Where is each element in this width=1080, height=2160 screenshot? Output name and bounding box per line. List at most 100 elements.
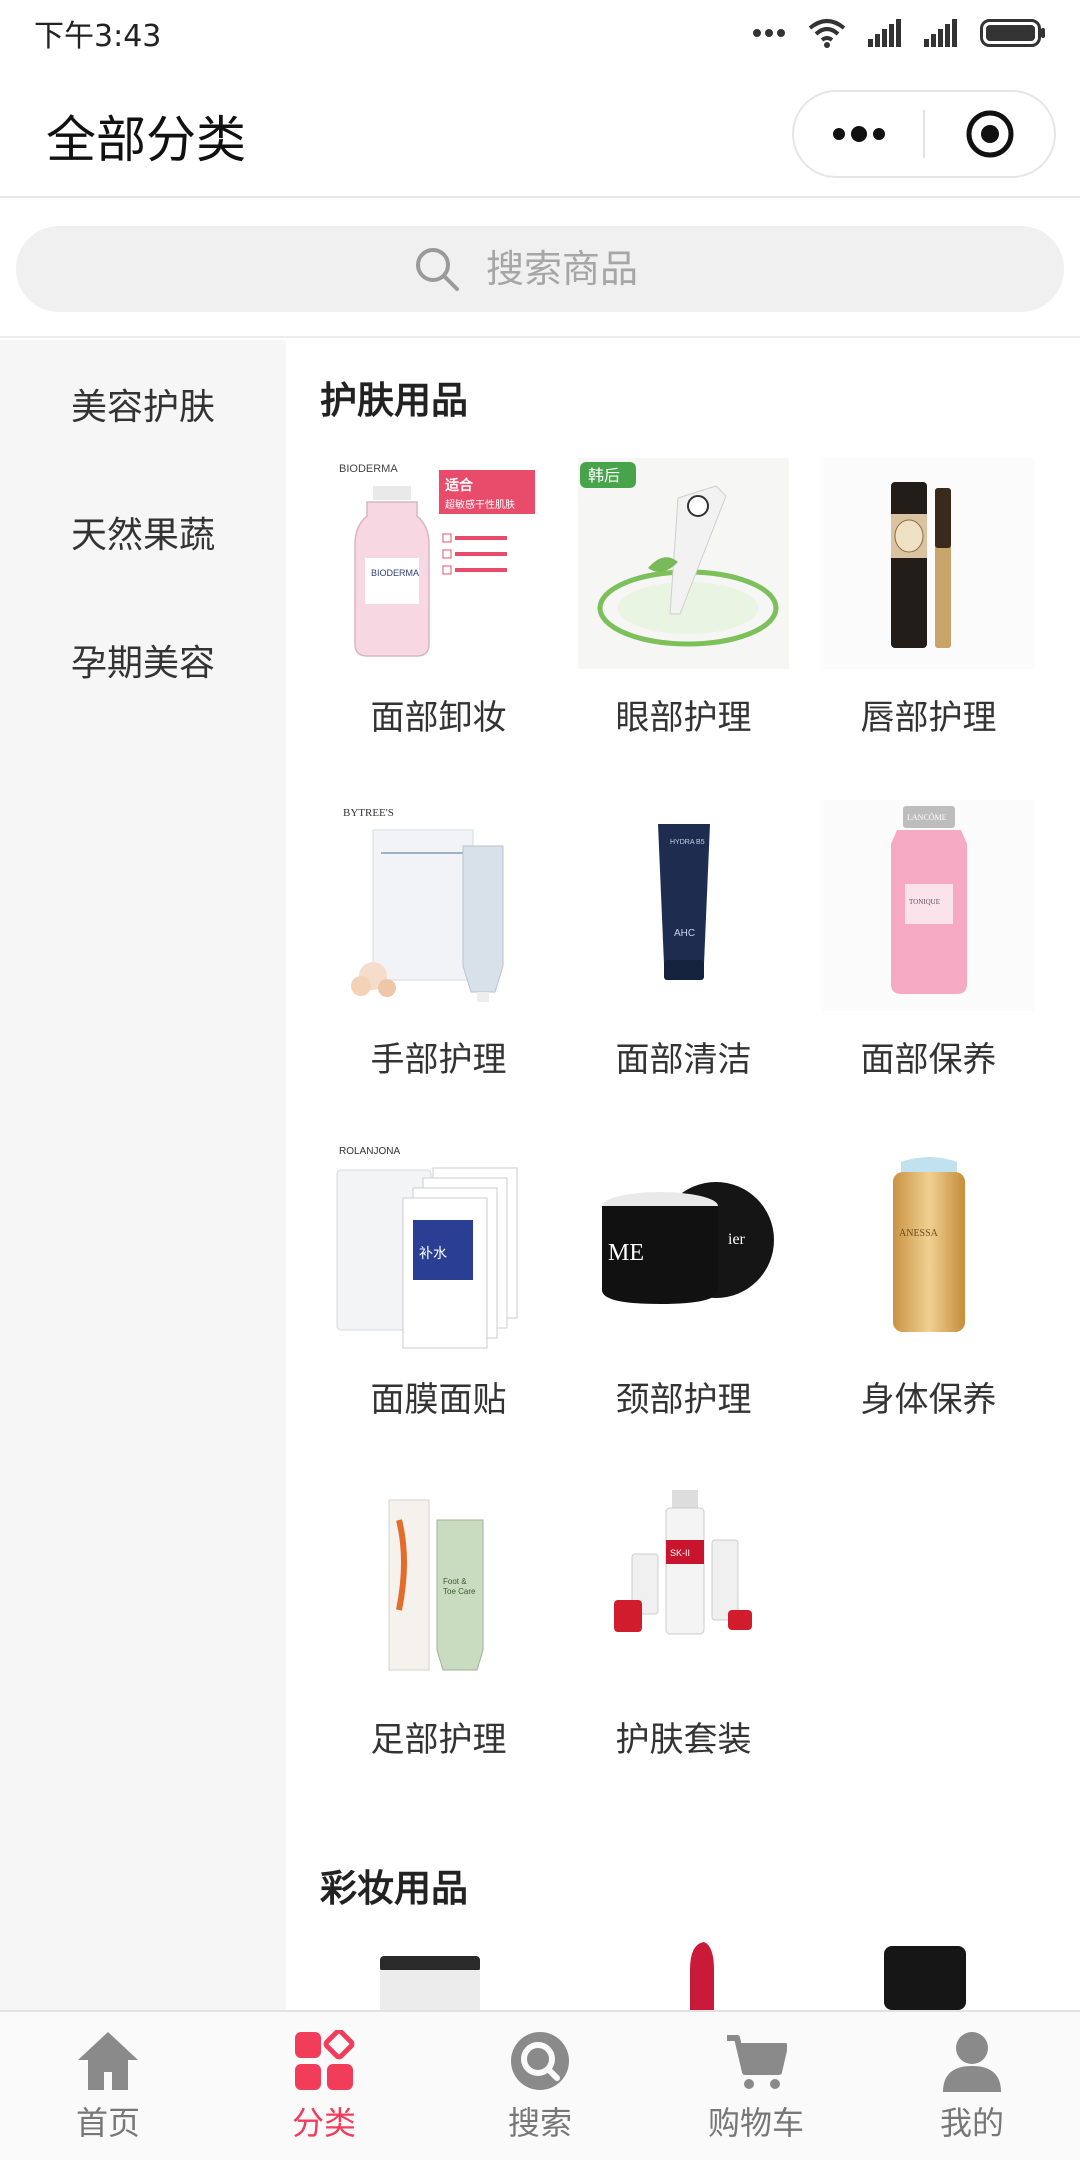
mini-program-capsule bbox=[792, 90, 1056, 178]
title-bar: 全部分类 bbox=[0, 66, 1080, 198]
facial-cleanser-image: HYDRA B5 AHC bbox=[578, 800, 789, 1011]
signal-icon bbox=[868, 19, 901, 47]
svg-text:补水: 补水 bbox=[419, 1246, 447, 1262]
hand-cream-image: BYTREE'S bbox=[333, 800, 544, 1011]
brand-text: ANESSA bbox=[899, 1228, 939, 1239]
cart-icon bbox=[727, 2035, 787, 2089]
svg-text:ME: ME bbox=[608, 1240, 644, 1266]
category-label: 眼部护理 bbox=[615, 698, 752, 738]
page-title: 全部分类 bbox=[46, 111, 246, 169]
eye-cream-image: 韩后 bbox=[578, 458, 789, 669]
search-input[interactable] bbox=[486, 247, 666, 291]
neck-cream-image: ME ier bbox=[578, 1140, 789, 1351]
svg-text:TONIQUE: TONIQUE bbox=[909, 898, 940, 906]
category-item[interactable]: SK-II 护肤套装 bbox=[561, 1480, 806, 1790]
product-thumbnail: ROLANJONA 补水 bbox=[333, 1140, 544, 1351]
home-icon bbox=[78, 2032, 138, 2090]
search-icon bbox=[511, 2032, 569, 2090]
category-label: 护肤套装 bbox=[615, 1720, 752, 1760]
brand-text: LANCÔME bbox=[907, 812, 947, 822]
brand-text: 韩后 bbox=[588, 466, 620, 485]
svg-text:ier: ier bbox=[728, 1231, 746, 1248]
category-sidebar: 美容护肤 天然果蔬 孕期美容 bbox=[0, 340, 286, 2010]
svg-text:超敏感干性肌肤: 超敏感干性肌肤 bbox=[445, 498, 515, 511]
makeup-palette-image bbox=[380, 1956, 480, 2010]
category-item[interactable]: 韩后 眼部护理 bbox=[561, 458, 806, 768]
product-thumbnail: SK-II bbox=[578, 1480, 789, 1691]
category-item[interactable]: BIODERMA BIODERMA 适合 超敏感干性肌肤 面部卸妆 bbox=[316, 458, 561, 768]
category-item[interactable]: LANCÔME TONIQUE 面部保养 bbox=[806, 800, 1051, 1110]
svg-text:HYDRA B5: HYDRA B5 bbox=[670, 839, 705, 846]
section-title: 彩妆用品 bbox=[320, 1867, 468, 1910]
sidebar-item-beauty-skincare[interactable]: 美容护肤 bbox=[0, 340, 286, 468]
section-title: 护肤用品 bbox=[320, 379, 468, 422]
product-thumbnail: BIODERMA BIODERMA 适合 超敏感干性肌肤 bbox=[333, 458, 544, 669]
category-label: 面部清洁 bbox=[615, 1040, 752, 1080]
category-item[interactable]: BYTREE'S 手部护理 bbox=[316, 800, 561, 1110]
tab-cart[interactable]: 购物车 bbox=[648, 2012, 864, 2160]
foot-cream-image: Foot & Toe Care bbox=[333, 1480, 544, 1691]
sunscreen-image: ANESSA bbox=[823, 1140, 1034, 1351]
category-item[interactable]: ANESSA 身体保养 bbox=[806, 1140, 1051, 1450]
status-icons bbox=[752, 18, 1046, 48]
category-item[interactable]: 唇部护理 bbox=[806, 458, 1051, 768]
product-thumbnail bbox=[823, 458, 1034, 669]
brand-text: ROLANJONA bbox=[339, 1146, 400, 1157]
category-item[interactable]: ROLANJONA 补水 面膜面贴 bbox=[316, 1140, 561, 1450]
foundation-image bbox=[884, 1946, 966, 2010]
more-button[interactable] bbox=[794, 92, 923, 176]
brand-text: AHC bbox=[674, 928, 695, 939]
brand-text: BYTREE'S bbox=[343, 807, 394, 819]
search-icon bbox=[416, 248, 459, 291]
category-label: 手部护理 bbox=[370, 1040, 507, 1080]
sidebar-item-natural-produce[interactable]: 天然果蔬 bbox=[0, 468, 286, 596]
svg-text:Foot &: Foot & bbox=[443, 1577, 467, 1586]
tab-bar: 首页 分类 搜索 购物车 我的 bbox=[0, 2010, 1080, 2160]
product-thumbnail: ANESSA bbox=[823, 1140, 1034, 1351]
more-icon bbox=[832, 126, 885, 142]
category-icon bbox=[295, 2030, 355, 2090]
category-label: 面部卸妆 bbox=[370, 698, 507, 738]
toner-image: LANCÔME TONIQUE bbox=[823, 800, 1034, 1011]
lipstick-image bbox=[690, 1942, 714, 2010]
status-bar: 下午3:43 bbox=[0, 0, 1080, 66]
wifi-icon bbox=[808, 19, 846, 48]
category-label: 身体保养 bbox=[860, 1380, 997, 1420]
product-thumbnail: Foot & Toe Care bbox=[333, 1480, 544, 1691]
tab-home[interactable]: 首页 bbox=[0, 2012, 216, 2160]
svg-text:适合: 适合 bbox=[445, 477, 474, 494]
sidebar-item-pregnancy-beauty[interactable]: 孕期美容 bbox=[0, 596, 286, 724]
category-item[interactable]: Foot & Toe Care 足部护理 bbox=[316, 1480, 561, 1790]
search-bar bbox=[0, 200, 1080, 338]
category-label: 颈部护理 bbox=[615, 1380, 752, 1420]
category-item[interactable]: ME ier 颈部护理 bbox=[561, 1140, 806, 1450]
tab-search[interactable]: 搜索 bbox=[432, 2012, 648, 2160]
product-thumbnail: HYDRA B5 AHC bbox=[578, 800, 789, 1011]
product-thumbnail: BYTREE'S bbox=[333, 800, 544, 1011]
tab-label: 分类 bbox=[291, 2104, 356, 2142]
face-mask-image: ROLANJONA 补水 bbox=[333, 1140, 544, 1351]
category-item[interactable]: HYDRA B5 AHC 面部清洁 bbox=[561, 800, 806, 1110]
tab-label: 搜索 bbox=[507, 2104, 572, 2142]
category-label: 足部护理 bbox=[370, 1720, 507, 1760]
product-thumbnail: LANCÔME TONIQUE bbox=[823, 800, 1034, 1011]
user-icon bbox=[943, 2032, 1001, 2092]
signal-icon-2 bbox=[924, 19, 957, 47]
tab-profile[interactable]: 我的 bbox=[864, 2012, 1080, 2160]
more-dots-icon bbox=[753, 29, 785, 37]
tab-label: 购物车 bbox=[707, 2104, 804, 2142]
tab-label: 我的 bbox=[939, 2104, 1004, 2142]
battery-icon bbox=[980, 19, 1045, 47]
product-thumbnail: ME ier bbox=[578, 1140, 789, 1351]
product-thumbnail: 韩后 bbox=[578, 458, 789, 669]
target-icon bbox=[966, 110, 1013, 158]
lip-care-image bbox=[823, 458, 1034, 669]
skincare-set-image: SK-II bbox=[578, 1480, 789, 1691]
tab-category[interactable]: 分类 bbox=[216, 2012, 432, 2160]
search-box[interactable] bbox=[16, 226, 1064, 312]
close-miniprogram-button[interactable] bbox=[925, 92, 1054, 176]
category-label: 唇部护理 bbox=[860, 698, 997, 738]
tab-label: 首页 bbox=[75, 2104, 140, 2142]
svg-text:Toe Care: Toe Care bbox=[443, 1587, 476, 1596]
category-content: 护肤用品 BIODERMA BIODERMA 适合 超敏感干性肌肤 面部卸妆 韩… bbox=[286, 340, 1080, 2010]
